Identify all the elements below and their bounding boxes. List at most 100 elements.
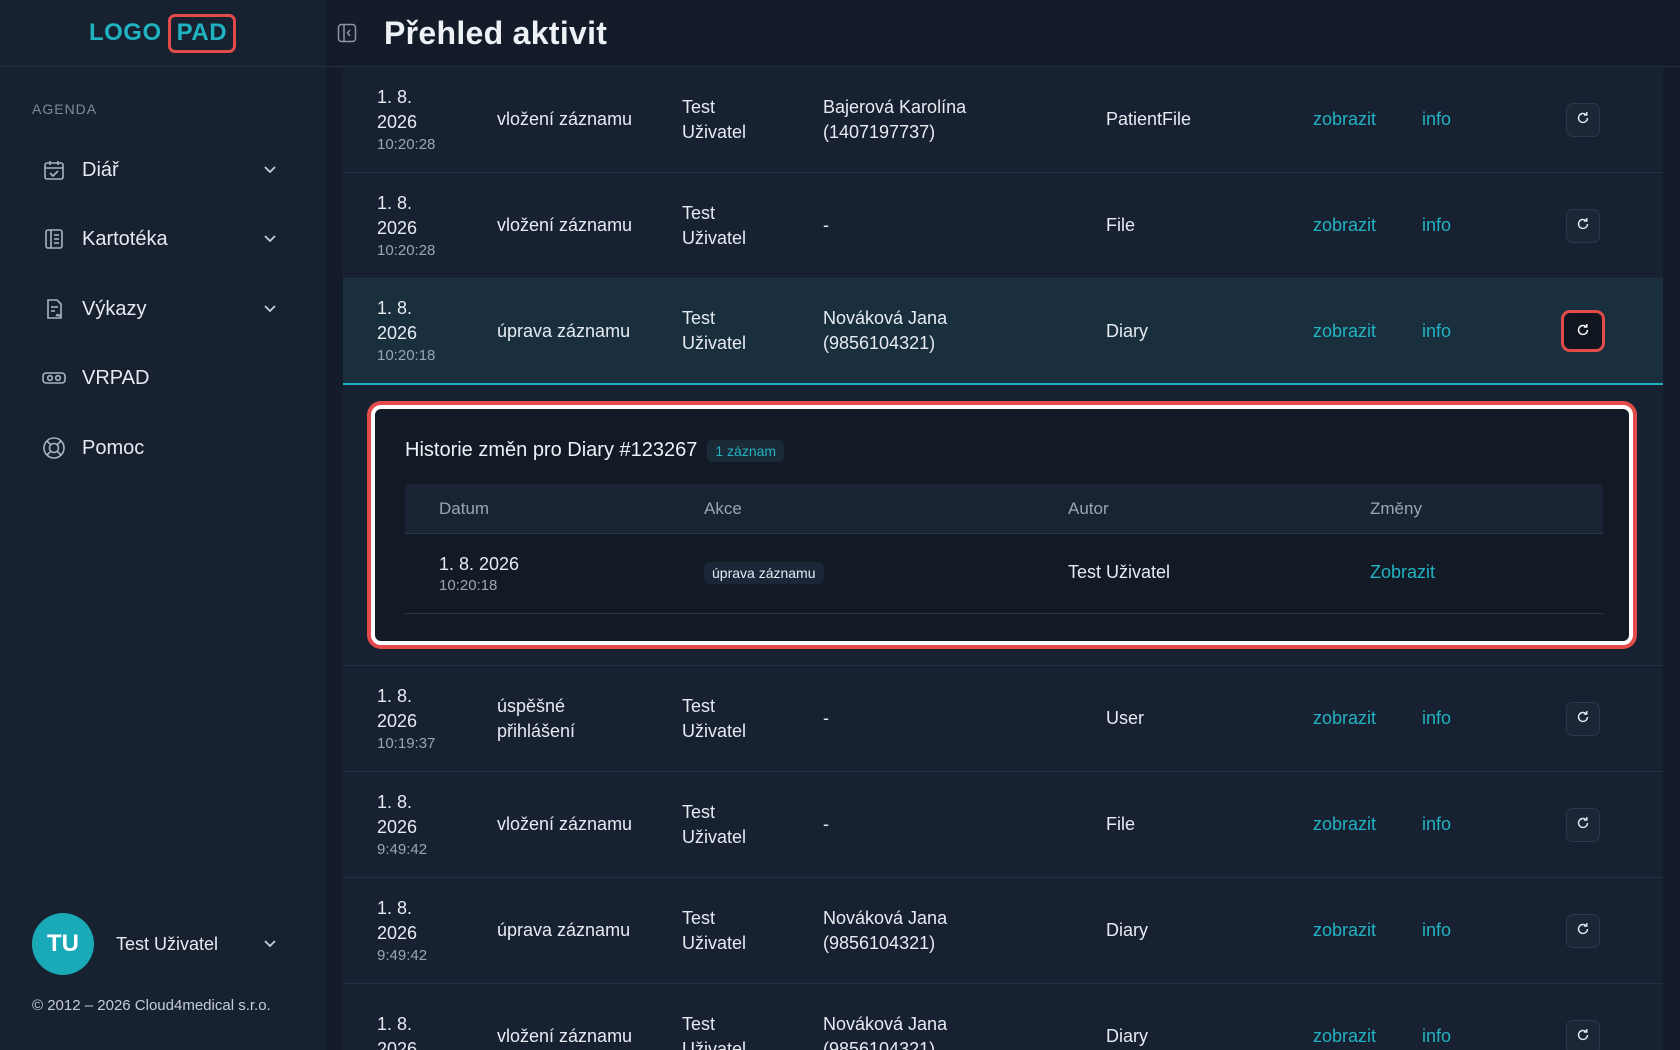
history-panel: Historie změn pro Diary #123267 1 záznam… xyxy=(371,405,1633,645)
show-link[interactable]: zobrazit xyxy=(1313,279,1393,383)
column-header-author: Autor xyxy=(1068,499,1109,518)
row-patient: Nováková Jana (9856104321) xyxy=(823,1013,948,1050)
history-expansion: Historie změn pro Diary #123267 1 záznam… xyxy=(343,385,1663,666)
column-header-date: Datum xyxy=(439,499,490,518)
section-label-agenda: AGENDA xyxy=(32,101,98,117)
refresh-icon xyxy=(1576,213,1590,238)
history-button[interactable] xyxy=(1566,807,1600,842)
show-link[interactable]: zobrazit xyxy=(1313,666,1393,771)
row-user: Test Uživatel xyxy=(682,96,747,142)
sidebar-item-label: VRPAD xyxy=(82,366,150,389)
row-action: vložení záznamu xyxy=(497,109,633,129)
table-row[interactable]: 1. 8. 2026 vložení záznamu Test Uživatel N… xyxy=(343,984,1663,1050)
row-patient: Nováková Jana (9856104321) xyxy=(823,308,948,353)
chevron-down-icon xyxy=(260,160,280,180)
info-link[interactable]: info xyxy=(1422,772,1482,877)
sidebar-item-diar[interactable]: Diář xyxy=(32,148,292,192)
refresh-icon xyxy=(1576,319,1590,344)
row-action: úprava záznamu xyxy=(497,920,631,940)
sidebar-item-label: Diář xyxy=(82,158,119,181)
chevron-down-icon xyxy=(260,934,280,954)
info-link[interactable]: info xyxy=(1422,984,1482,1050)
row-date: 1. 8. 2026 10:19:37 xyxy=(377,685,436,752)
copyright: © 2012 – 2026 Cloud4medical s.r.o. xyxy=(32,997,271,1014)
table-row[interactable]: 1. 8. 2026 9:49:42 vložení záznamu Test Uži… xyxy=(343,772,1663,878)
row-date: 1. 8. 2026 10:20:28 xyxy=(377,192,436,259)
info-link[interactable]: info xyxy=(1422,279,1482,383)
show-link[interactable]: zobrazit xyxy=(1313,878,1393,983)
info-link[interactable]: info xyxy=(1422,878,1482,983)
row-date: 1. 8. 2026 10:20:28 xyxy=(377,86,436,153)
sidebar-item-kartoteka[interactable]: Kartotéka xyxy=(32,217,292,261)
row-action: vložení záznamu xyxy=(497,1026,633,1046)
row-patient: - xyxy=(823,215,829,235)
row-type: Diary xyxy=(1106,320,1149,341)
report-icon xyxy=(40,295,68,323)
history-button-cell xyxy=(1561,279,1605,383)
history-button-cell xyxy=(1563,67,1603,172)
show-link[interactable]: zobrazit xyxy=(1313,67,1393,172)
logo[interactable]: LOGO PAD xyxy=(88,13,237,53)
refresh-icon xyxy=(1576,812,1590,837)
sidebar-item-pomoc[interactable]: Pomoc xyxy=(32,426,292,470)
history-table-header: Datum Akce Autor Změny xyxy=(405,484,1603,534)
show-link[interactable]: zobrazit xyxy=(1313,173,1393,278)
sidebar-item-vrpad[interactable]: VRPAD xyxy=(32,356,292,400)
info-link[interactable]: info xyxy=(1422,67,1482,172)
history-button[interactable] xyxy=(1566,1019,1600,1050)
table-row[interactable]: 1. 8. 2026 9:49:42 úprava záznamu Test Uživ… xyxy=(343,878,1663,984)
history-button-cell xyxy=(1563,666,1603,771)
table-row[interactable]: 1. 8. 2026 10:19:37 úspěšné přihlášení Test… xyxy=(343,666,1663,772)
sidebar-item-label: Pomoc xyxy=(82,436,145,459)
history-button-cell xyxy=(1563,173,1603,278)
table-row[interactable]: 1. 8. 2026 10:20:28 vložení záznamu Test Už… xyxy=(343,173,1663,279)
sidebar-item-label: Výkazy xyxy=(82,297,147,320)
row-date: 1. 8. 2026 xyxy=(377,1013,418,1050)
refresh-icon xyxy=(1576,706,1590,731)
lifebuoy-icon xyxy=(40,434,68,462)
sidebar-collapse-button[interactable] xyxy=(335,21,359,45)
row-type: PatientFile xyxy=(1106,109,1192,129)
column-header-changes: Změny xyxy=(1370,499,1422,518)
row-action: úspěšné přihlášení xyxy=(497,695,576,741)
info-link[interactable]: info xyxy=(1422,173,1482,278)
history-button[interactable] xyxy=(1566,208,1600,243)
sidebar-header: LOGO PAD xyxy=(0,0,325,67)
row-date: 1. 8. 2026 9:49:42 xyxy=(377,791,428,858)
sidebar: LOGO PAD AGENDA Diář Kartotéka Výkazy VR… xyxy=(0,0,325,1050)
count-badge: 1 záznam xyxy=(707,439,785,462)
logo-text: LOGO xyxy=(88,19,162,46)
user-menu[interactable]: TU Test Uživatel xyxy=(32,913,292,975)
history-button[interactable] xyxy=(1566,102,1600,137)
show-link[interactable]: zobrazit xyxy=(1313,984,1393,1050)
history-button[interactable] xyxy=(1566,913,1600,948)
page-title: Přehled aktivit xyxy=(384,14,608,51)
sidebar-item-vykazy[interactable]: Výkazy xyxy=(32,287,292,331)
chevron-down-icon xyxy=(260,229,280,249)
table-row-active[interactable]: 1. 8. 2026 10:20:18 úprava záznamu Test Uži… xyxy=(343,279,1663,385)
row-action: vložení záznamu xyxy=(497,814,633,834)
row-patient: Bajerová Karolína (1407197737) xyxy=(823,96,967,142)
card-file-icon xyxy=(40,225,68,253)
row-user: Test Uživatel xyxy=(682,907,747,953)
avatar: TU xyxy=(32,913,94,975)
info-link[interactable]: info xyxy=(1422,666,1482,771)
column-header-action: Akce xyxy=(704,499,742,518)
history-author: Test Uživatel xyxy=(1068,562,1171,582)
show-changes-link[interactable]: Zobrazit xyxy=(1370,562,1435,583)
row-user: Test Uživatel xyxy=(682,1013,747,1050)
table-row[interactable]: 1. 8. 2026 10:20:28 vložení záznamu Test Už… xyxy=(343,67,1663,173)
row-type: User xyxy=(1106,708,1145,728)
show-link[interactable]: zobrazit xyxy=(1313,772,1393,877)
history-button-cell xyxy=(1563,772,1603,877)
history-title: Historie změn pro Diary #123267 xyxy=(405,439,698,461)
refresh-icon xyxy=(1576,107,1590,132)
row-user: Test Uživatel xyxy=(682,308,747,353)
row-action: úprava záznamu xyxy=(497,320,631,341)
row-type: File xyxy=(1106,814,1136,834)
chevron-down-icon xyxy=(260,299,280,319)
history-button[interactable] xyxy=(1566,701,1600,736)
refresh-icon xyxy=(1576,918,1590,943)
history-table: Datum Akce Autor Změny 1. 8. 2026 10:20:… xyxy=(405,484,1603,614)
history-button-highlighted[interactable] xyxy=(1561,310,1605,352)
